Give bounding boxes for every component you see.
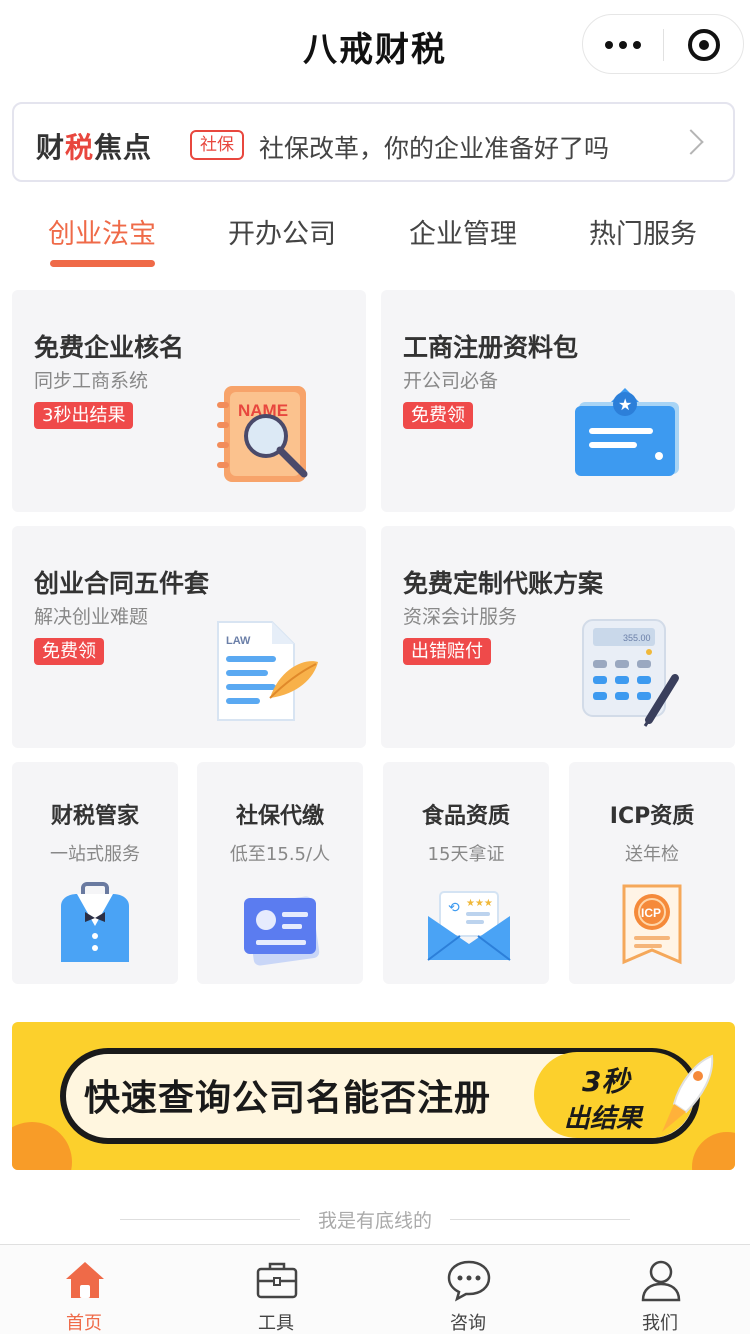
card-startup-contracts[interactable]: 创业合同五件套 解决创业难题 免费领 LAW [12,526,366,748]
tab-startup-treasure[interactable]: 创业法宝 [27,212,177,251]
end-of-list-divider: 我是有底线的 [120,1206,630,1234]
toolbox-icon [254,1257,300,1303]
tab-open-company[interactable]: 开办公司 [207,212,357,251]
card-badge: 3秒出结果 [34,402,134,429]
name-notebook-icon: NAME [212,380,322,490]
envelope-license-icon: ⟲ ★★★ [426,882,511,970]
butler-suit-icon [55,882,135,970]
svg-text:★: ★ [618,395,632,414]
tabbar-label: 工具 [258,1313,294,1334]
service-title: ICP资质 [609,804,695,829]
target-circle-icon [688,29,720,61]
top-nav-bar: 八戒财税 [0,0,750,90]
tabbar-home[interactable]: 首页 [14,1245,154,1334]
svg-text:LAW: LAW [226,635,251,647]
banner-decor-circle [12,1122,72,1170]
dot-icon [633,41,641,49]
news-brand-logo: 财税焦点 [36,131,153,164]
card-registration-package[interactable]: 工商注册资料包 开公司必备 免费领 ★ [381,290,735,512]
capsule-divider [663,29,664,61]
card-free-name-check[interactable]: 免费企业核名 同步工商系统 3秒出结果 NAME [12,290,366,512]
service-card-food-license[interactable]: 食品资质 15天拿证 ⟲ ★★★ [383,762,549,984]
dot-icon [619,41,627,49]
banner-highlight-line1: 3秒 [582,1065,630,1098]
svg-text:⟲: ⟲ [448,900,460,916]
card-badge: 出错赔付 [403,638,491,665]
social-security-card-icon [240,882,320,970]
svg-text:ICP: ICP [641,906,661,920]
certificate-card-icon: ★ [571,388,683,480]
tabbar-about-us[interactable]: 我们 [590,1245,730,1334]
svg-text:★★★: ★★★ [466,898,493,909]
service-subtitle: 送年检 [625,844,679,865]
tabbar-consult[interactable]: 咨询 [398,1245,538,1334]
chevron-right-icon [678,129,704,155]
svg-text:355.00: 355.00 [623,633,651,643]
service-subtitle: 一站式服务 [50,844,140,865]
news-tag: 社保 [190,130,244,160]
card-subtitle: 同步工商系统 [34,370,149,392]
tab-active-indicator [50,260,155,267]
banner-headline: 快速查询公司名能否注册 [84,1078,492,1119]
tab-popular-services[interactable]: 热门服务 [568,212,718,251]
law-document-icon: LAW [210,618,322,726]
card-title: 免费企业核名 [34,333,185,362]
card-accounting-plan[interactable]: 免费定制代账方案 资深会计服务 出错赔付 355.00 [381,526,735,748]
tab-company-management[interactable]: 企业管理 [388,212,538,251]
card-title: 创业合同五件套 [34,569,210,598]
service-title: 食品资质 [421,804,510,829]
more-options-button[interactable] [583,15,663,75]
tabbar-tools[interactable]: 工具 [206,1245,346,1334]
news-headline-text: 社保改革，你的企业准备好了吗 [259,134,610,163]
home-icon [62,1257,108,1303]
card-subtitle: 资深会计服务 [403,606,518,628]
dot-icon [605,41,613,49]
service-card-social-security[interactable]: 社保代缴 低至15.5/人 [197,762,363,984]
tabbar-label: 首页 [66,1313,102,1334]
banner-highlight-line2: 出结果 [564,1104,643,1134]
end-of-list-text: 我是有底线的 [317,1210,432,1232]
close-miniprogram-button[interactable] [665,15,743,75]
category-tabs: 创业法宝 开办公司 企业管理 热门服务 [0,200,750,270]
card-badge: 免费领 [403,402,473,429]
icp-badge-icon: ICP [612,882,692,970]
service-subtitle: 低至15.5/人 [229,844,331,865]
card-subtitle: 解决创业难题 [34,606,149,628]
rocket-icon [652,1052,722,1142]
news-headline-bar[interactable]: 财税焦点 社保 社保改革，你的企业准备好了吗 [12,102,735,182]
calculator-icon: 355.00 [577,616,689,728]
service-title: 财税管家 [50,804,139,829]
card-title: 工商注册资料包 [403,333,579,362]
tabbar-label: 我们 [642,1313,678,1334]
tabbar-label: 咨询 [450,1313,486,1334]
company-name-check-banner[interactable]: 快速查询公司名能否注册 3秒 出结果 [12,1022,735,1170]
bottom-tab-bar: 首页 工具 咨询 我们 [0,1244,750,1334]
user-icon [638,1257,684,1303]
card-badge: 免费领 [34,638,104,665]
card-title: 免费定制代账方案 [403,569,604,598]
mini-program-capsule [582,14,744,74]
chat-bubble-icon [446,1257,492,1303]
service-subtitle: 15天拿证 [427,844,505,865]
service-card-icp-license[interactable]: ICP资质 送年检 ICP [569,762,735,984]
card-subtitle: 开公司必备 [403,370,499,392]
service-title: 社保代缴 [235,804,324,829]
service-card-tax-butler[interactable]: 财税管家 一站式服务 [12,762,178,984]
